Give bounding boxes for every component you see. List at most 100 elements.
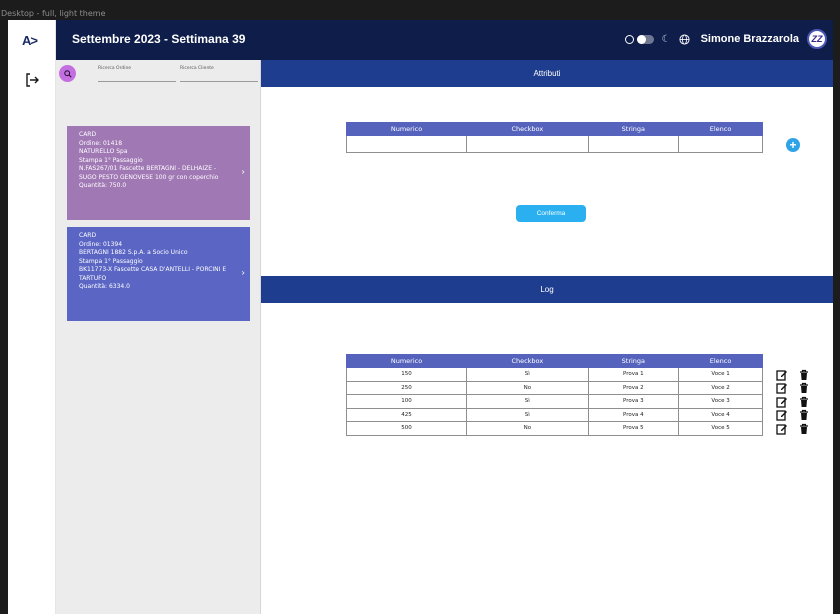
search-button[interactable] xyxy=(59,65,76,82)
globe-icon[interactable] xyxy=(679,33,690,45)
cell-elenco: Voce 4 xyxy=(678,407,763,422)
edit-icon[interactable] xyxy=(776,369,788,381)
card-product: BK11773-X Fascette CASA D'ANTELLI - PORC… xyxy=(79,266,227,273)
cell-checkbox: Sì xyxy=(466,407,589,422)
page-title: Settembre 2023 - Settimana 39 xyxy=(72,32,246,46)
logout-icon[interactable] xyxy=(24,72,40,88)
orders-sidebar: Ricerca Ordine Ricerca Cliente CARD Ordi… xyxy=(56,60,261,614)
attributi-table: Numerico Checkbox Stringa Elenco xyxy=(345,122,763,153)
row-action-group xyxy=(774,382,822,396)
avatar[interactable]: ZZ xyxy=(807,29,827,49)
cell-elenco: Voce 2 xyxy=(678,380,763,395)
cell-checkbox: Sì xyxy=(466,394,589,409)
table-row: 150 Sì Prova 1 Voce 1 xyxy=(345,367,763,382)
edit-icon[interactable] xyxy=(776,409,788,421)
edit-icon[interactable] xyxy=(776,382,788,394)
user-name[interactable]: Simone Brazzarola xyxy=(701,33,799,45)
input-row xyxy=(345,135,763,153)
log-table: Numerico Checkbox Stringa Elenco 150 Sì … xyxy=(345,354,763,436)
column-header: Numerico xyxy=(345,354,468,368)
search-order-label: Ricerca Ordine xyxy=(98,66,132,71)
column-header: Elenco xyxy=(678,122,763,136)
card-client: NATURELLO Spa xyxy=(79,148,128,155)
attributi-header: Attributi xyxy=(261,60,833,87)
cell-stringa: Prova 2 xyxy=(587,380,680,395)
search-order-field[interactable]: Ricerca Ordine xyxy=(98,66,176,82)
column-header: Numerico xyxy=(345,122,468,136)
trash-icon[interactable] xyxy=(798,369,810,381)
cell-stringa: Prova 5 xyxy=(587,421,680,436)
cell-numerico: 425 xyxy=(345,407,468,422)
cell-numerico: 500 xyxy=(345,421,468,436)
card-label: CARD xyxy=(79,232,97,239)
theme-switch[interactable] xyxy=(636,34,654,44)
cell-elenco: Voce 1 xyxy=(678,367,763,382)
top-header: Settembre 2023 - Settimana 39 ☾ Simone B… xyxy=(56,20,833,60)
card-product-detail: SUGO PESTO GENOVESE 100 gr con coperchio xyxy=(79,173,219,181)
card-order: Ordine: 01394 xyxy=(79,240,123,248)
table-row: 250 No Prova 2 Voce 2 xyxy=(345,380,763,395)
table-row: 500 No Prova 5 Voce 5 xyxy=(345,421,763,436)
cell-checkbox: No xyxy=(466,421,589,436)
edit-icon[interactable] xyxy=(776,396,788,408)
light-theme-icon xyxy=(624,34,634,44)
confirm-button[interactable]: Conferma xyxy=(516,205,586,222)
nav-rail: A> xyxy=(8,20,56,614)
cell-stringa: Prova 3 xyxy=(587,394,680,409)
theme-toggle[interactable] xyxy=(624,34,654,44)
card-phase: Stampa 1° Passaggio xyxy=(79,257,143,265)
card-quantity: Quantità: 6334.0 xyxy=(79,283,130,290)
row-action-group xyxy=(774,409,822,423)
column-header: Checkbox xyxy=(466,122,589,136)
elenco-select[interactable] xyxy=(678,135,763,153)
row-action-group xyxy=(774,395,822,409)
card-label: CARD xyxy=(79,131,97,138)
header-tools: ☾ Simone Brazzarola ZZ xyxy=(624,29,827,49)
log-header: Log xyxy=(261,276,833,303)
card-quantity: Quantità: 750.0 xyxy=(79,182,127,189)
cell-stringa: Prova 1 xyxy=(587,367,680,382)
search-icon xyxy=(63,69,72,78)
search-client-label: Ricerca Cliente xyxy=(180,66,214,71)
column-header: Elenco xyxy=(678,354,763,368)
card-order: Ordine: 01418 xyxy=(79,139,123,147)
order-card[interactable]: CARD Ordine: 01394 BERTAGNI 1882 S.p.A. … xyxy=(67,227,250,321)
add-row-button[interactable]: + xyxy=(786,138,800,152)
app-window: A> Settembre 2023 - Settimana 39 ☾ Simon… xyxy=(8,20,833,614)
edit-icon[interactable] xyxy=(776,423,788,435)
card-product: N.FAS267/01 Fascette BERTAGNI - DELHAIZE… xyxy=(79,165,217,172)
checkbox-input[interactable] xyxy=(466,135,589,153)
trash-icon[interactable] xyxy=(798,409,810,421)
order-card[interactable]: CARD Ordine: 01418 NATURELLO Spa Stampa … xyxy=(67,126,250,220)
card-phase: Stampa 1° Passaggio xyxy=(79,156,143,164)
column-header: Stringa xyxy=(587,354,680,368)
card-client: BERTAGNI 1882 S.p.A. a Socio Unico xyxy=(79,249,188,256)
stringa-input[interactable] xyxy=(587,135,680,153)
search-client-field[interactable]: Ricerca Cliente xyxy=(180,66,258,82)
table-row: 100 Sì Prova 3 Voce 3 xyxy=(345,394,763,409)
cell-numerico: 100 xyxy=(345,394,468,409)
row-actions xyxy=(774,368,822,436)
cell-elenco: Voce 5 xyxy=(678,421,763,436)
app-logo: A> xyxy=(22,33,38,48)
cell-checkbox: Sì xyxy=(466,367,589,382)
moon-icon: ☾ xyxy=(661,33,671,45)
cell-elenco: Voce 3 xyxy=(678,394,763,409)
cell-numerico: 150 xyxy=(345,367,468,382)
cell-numerico: 250 xyxy=(345,380,468,395)
trash-icon[interactable] xyxy=(798,423,810,435)
chevron-right-icon[interactable]: › xyxy=(241,269,245,278)
trash-icon[interactable] xyxy=(798,396,810,408)
frame-label: Desktop - full, light theme xyxy=(1,9,106,18)
cell-stringa: Prova 4 xyxy=(587,407,680,422)
table-row: 425 Sì Prova 4 Voce 4 xyxy=(345,407,763,422)
card-product-detail: TARTUFO xyxy=(79,274,107,282)
column-header: Checkbox xyxy=(466,354,589,368)
numerico-input[interactable] xyxy=(345,135,468,153)
trash-icon[interactable] xyxy=(798,382,810,394)
row-action-group xyxy=(774,422,822,436)
chevron-right-icon[interactable]: › xyxy=(241,168,245,177)
row-action-group xyxy=(774,368,822,382)
cell-checkbox: No xyxy=(466,380,589,395)
column-header: Stringa xyxy=(587,122,680,136)
